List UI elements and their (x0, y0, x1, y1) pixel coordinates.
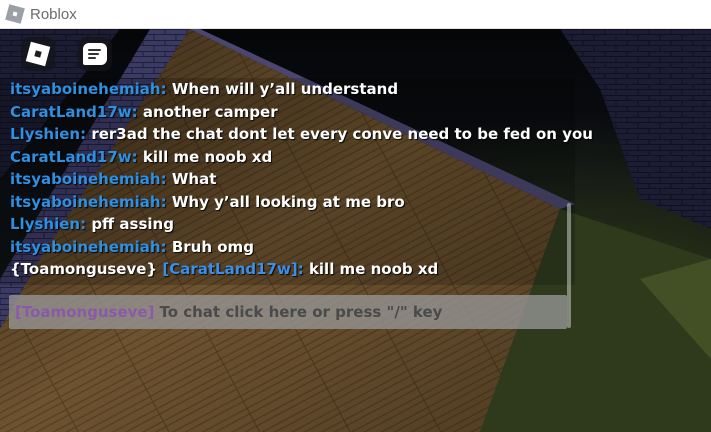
chat-text: What (171, 170, 217, 188)
chat-speaker[interactable]: itsyaboinehemiah: (10, 80, 167, 98)
roblox-app-icon (5, 4, 25, 24)
chat-speaker[interactable]: Llyshien: (10, 125, 86, 143)
chat-speaker[interactable]: CaratLand17w: (10, 103, 138, 121)
chat-toggle-button[interactable] (78, 37, 112, 71)
chat-scrollbar[interactable] (567, 203, 571, 328)
chat-message: Llyshien: pff assing (10, 213, 565, 236)
chat-speaker[interactable]: Llyshien: (10, 215, 86, 233)
chat-message: itsyaboinehemiah: When will y’all unders… (10, 78, 565, 101)
chat-message: Llyshien: rer3ad the chat dont let every… (10, 123, 593, 146)
chat-text: pff assing (91, 215, 174, 233)
chat-input-username: [Toamonguseve] (15, 303, 155, 321)
whisper-text: kill me noob xd (308, 260, 439, 278)
window-title-bar: Roblox (0, 0, 711, 29)
chat-input-placeholder[interactable]: To chat click here or press "/" key (159, 303, 442, 321)
chat-log[interactable]: itsyaboinehemiah: When will y’all unders… (0, 78, 593, 328)
whisper-to[interactable]: [CaratLand17w]: (162, 260, 303, 278)
chat-text: When will y’all understand (171, 80, 399, 98)
chat-messages: itsyaboinehemiah: When will y’all unders… (10, 78, 593, 281)
chat-text: Bruh omg (171, 237, 254, 256)
chat-text: rer3ad the chat dont let every conve nee… (91, 125, 593, 143)
chat-message: CaratLand17w: another camper (10, 101, 565, 124)
chat-speaker[interactable]: itsyaboinehemiah: (10, 170, 167, 188)
window-title: Roblox (30, 5, 77, 23)
whisper-message: {Toamonguseve} [CaratLand17w]: kill me n… (10, 258, 565, 281)
chat-message: itsyaboinehemiah: Why y’all looking at m… (10, 191, 565, 214)
chat-input-bar[interactable]: [Toamonguseve] To chat click here or pre… (9, 295, 567, 329)
chat-message: CaratLand17w: kill me noob xd (10, 146, 565, 169)
chat-speaker[interactable]: itsyaboinehemiah: (10, 193, 167, 211)
chat-text: another camper (142, 102, 278, 121)
chat-message: itsyaboinehemiah: What (10, 168, 565, 191)
chat-speaker[interactable]: itsyaboinehemiah: (10, 238, 167, 256)
chat-icon (83, 43, 107, 65)
chat-speaker[interactable]: CaratLand17w: (10, 148, 138, 166)
chat-text: kill me noob xd (142, 147, 273, 166)
whisper-from[interactable]: {Toamonguseve} (10, 260, 157, 278)
roblox-logo-icon (25, 41, 51, 67)
chat-text: Why y’all looking at me bro (171, 192, 405, 211)
game-viewport[interactable]: itsyaboinehemiah: When will y’all unders… (0, 29, 711, 432)
roblox-menu-button[interactable] (21, 37, 55, 71)
chat-message: itsyaboinehemiah: Bruh omg (10, 236, 565, 259)
